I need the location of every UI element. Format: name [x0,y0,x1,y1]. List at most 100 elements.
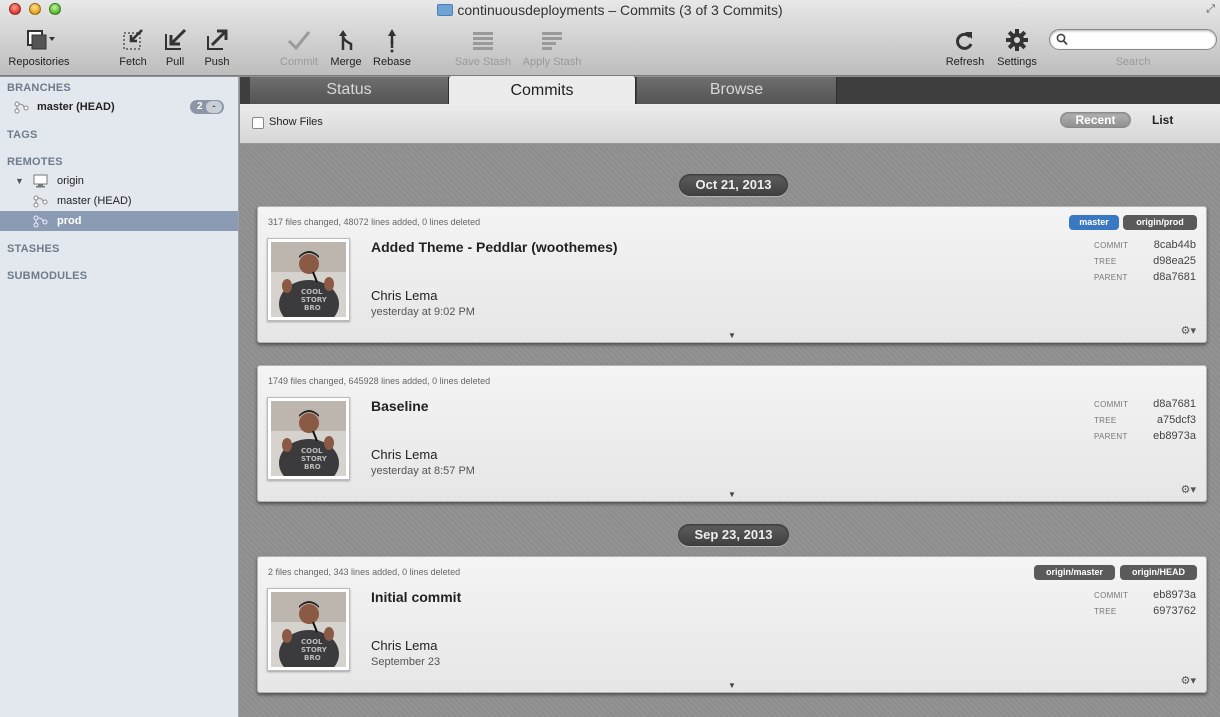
pull-icon [157,26,193,54]
author-avatar: COOL STORY BRO [267,238,350,321]
commit-button[interactable]: Commit [276,26,322,68]
search-field[interactable] [1049,29,1217,50]
save-stash-label: Save Stash [454,56,512,68]
fetch-icon [113,26,153,54]
apply-stash-button[interactable]: Apply Stash [519,26,585,68]
tree-hash[interactable]: a75dcf3 [1157,414,1196,426]
push-button[interactable]: Push [199,26,235,68]
commit-label: COMMIT [1094,400,1129,409]
main-panel: Status Commits Browse Show Files Recent … [240,76,1220,717]
parent-hash[interactable]: eb8973a [1153,430,1196,442]
tags-header[interactable]: TAGS [7,129,38,141]
tab-commits[interactable]: Commits [449,76,636,104]
commit-author: Chris Lema [371,638,438,653]
rebase-label: Rebase [373,56,411,68]
commit-card[interactable]: 317 files changed, 48072 lines added, 0 … [257,206,1207,343]
commit-date: yesterday at 9:02 PM [371,306,475,318]
branches-header[interactable]: BRANCHES [7,82,71,94]
sidebar-item-remote-master[interactable]: master (HEAD) [0,191,238,211]
svg-text:BRO: BRO [304,463,321,471]
svg-text:BRO: BRO [304,654,321,662]
commit-card[interactable]: 1749 files changed, 645928 lines added, … [257,365,1207,502]
window-toolbar: continuousdeployments – Commits (3 of 3 … [0,0,1220,76]
tab-status[interactable]: Status [250,77,449,104]
search-label: Search [1115,56,1151,68]
remotes-header[interactable]: REMOTES [7,156,63,168]
ahead-behind-badge[interactable]: 2- [190,100,224,114]
gear-icon[interactable]: ⚙▾ [1181,483,1196,496]
svg-text:STORY: STORY [301,296,328,304]
expand-icon[interactable]: ▼ [728,490,736,499]
merge-button[interactable]: Merge [326,26,366,68]
commit-hash[interactable]: 8cab44b [1154,239,1196,251]
refresh-button[interactable]: Refresh [943,26,987,68]
svg-text:COOL: COOL [301,447,323,455]
commit-stats: 317 files changed, 48072 lines added, 0 … [268,217,481,227]
expand-icon[interactable]: ▼ [728,331,736,340]
recent-view-button[interactable]: Recent [1060,112,1131,128]
badge-count: 2 [197,101,203,112]
commit-message: Initial commit [371,589,462,605]
date-group-header: Oct 21, 2013 [679,174,788,196]
svg-text:COOL: COOL [301,288,323,296]
sidebar-item-remote-origin[interactable]: ▼ origin [0,171,238,191]
tree-hash[interactable]: 6973762 [1153,605,1196,617]
search-input[interactable] [1072,32,1212,47]
remote-master-label: master (HEAD) [57,195,132,207]
tree-hash[interactable]: d98ea25 [1153,255,1196,267]
repositories-label: Repositories [8,56,70,68]
parent-hash[interactable]: d8a7681 [1153,271,1196,283]
branch-tag[interactable]: master [1069,215,1119,230]
commit-author: Chris Lema [371,288,438,303]
save-stash-button[interactable]: Save Stash [452,26,514,68]
gear-icon[interactable]: ⚙▾ [1181,324,1196,337]
list-view-button[interactable]: List [1152,113,1173,127]
commit-card[interactable]: 2 files changed, 343 lines added, 0 line… [257,556,1207,693]
show-files-label[interactable]: Show Files [269,116,323,128]
rebase-button[interactable]: Rebase [370,26,414,68]
commit-hash[interactable]: d8a7681 [1153,398,1196,410]
author-avatar: COOL STORY BRO [267,397,350,480]
branch-tag[interactable]: origin/master [1034,565,1115,580]
tree-label: TREE [1094,416,1117,425]
commit-author: Chris Lema [371,447,438,462]
save-stash-icon [452,26,514,54]
branch-tag[interactable]: origin/HEAD [1120,565,1197,580]
push-label: Push [204,56,230,68]
commit-icon [276,26,322,54]
badge-chevron-icon: - [206,101,222,113]
tab-browse[interactable]: Browse [637,77,837,104]
gear-icon[interactable]: ⚙▾ [1181,674,1196,687]
parent-label: PARENT [1094,273,1128,282]
repositories-button[interactable]: Repositories [4,26,74,68]
date-group-header: Sep 23, 2013 [678,524,789,546]
show-files-checkbox[interactable] [252,117,264,129]
fetch-label: Fetch [119,56,147,68]
pull-button[interactable]: Pull [157,26,193,68]
sidebar-item-branch-master[interactable]: master (HEAD) 2- [0,97,238,117]
settings-icon [993,26,1041,54]
commit-hash[interactable]: eb8973a [1153,589,1196,601]
refresh-icon [943,26,987,54]
sidebar-item-remote-prod[interactable]: prod [0,211,238,231]
commit-feed: Oct 21, 2013 317 files changed, 48072 li… [240,145,1220,717]
commit-label: COMMIT [1094,591,1129,600]
branch-tag[interactable]: origin/prod [1123,215,1197,230]
apply-stash-icon [519,26,585,54]
fullscreen-icon[interactable]: ⤢ [1206,3,1215,16]
view-tabs: Status Commits Browse [240,76,1220,104]
commit-label: COMMIT [1094,241,1129,250]
commit-message: Added Theme - Peddlar (woothemes) [371,239,618,255]
folder-icon [437,4,454,16]
branch-icon [14,101,30,121]
stashes-header[interactable]: STASHES [7,243,60,255]
author-avatar: COOL STORY BRO [267,588,350,671]
submodules-header[interactable]: SUBMODULES [7,270,87,282]
settings-button[interactable]: Settings [993,26,1041,68]
fetch-button[interactable]: Fetch [113,26,153,68]
tree-label: TREE [1094,607,1117,616]
window-title-text: continuousdeployments – Commits (3 of 3 … [457,2,783,18]
expand-icon[interactable]: ▼ [728,681,736,690]
disclosure-triangle-icon[interactable]: ▼ [15,171,24,191]
commit-date: September 23 [371,656,441,668]
